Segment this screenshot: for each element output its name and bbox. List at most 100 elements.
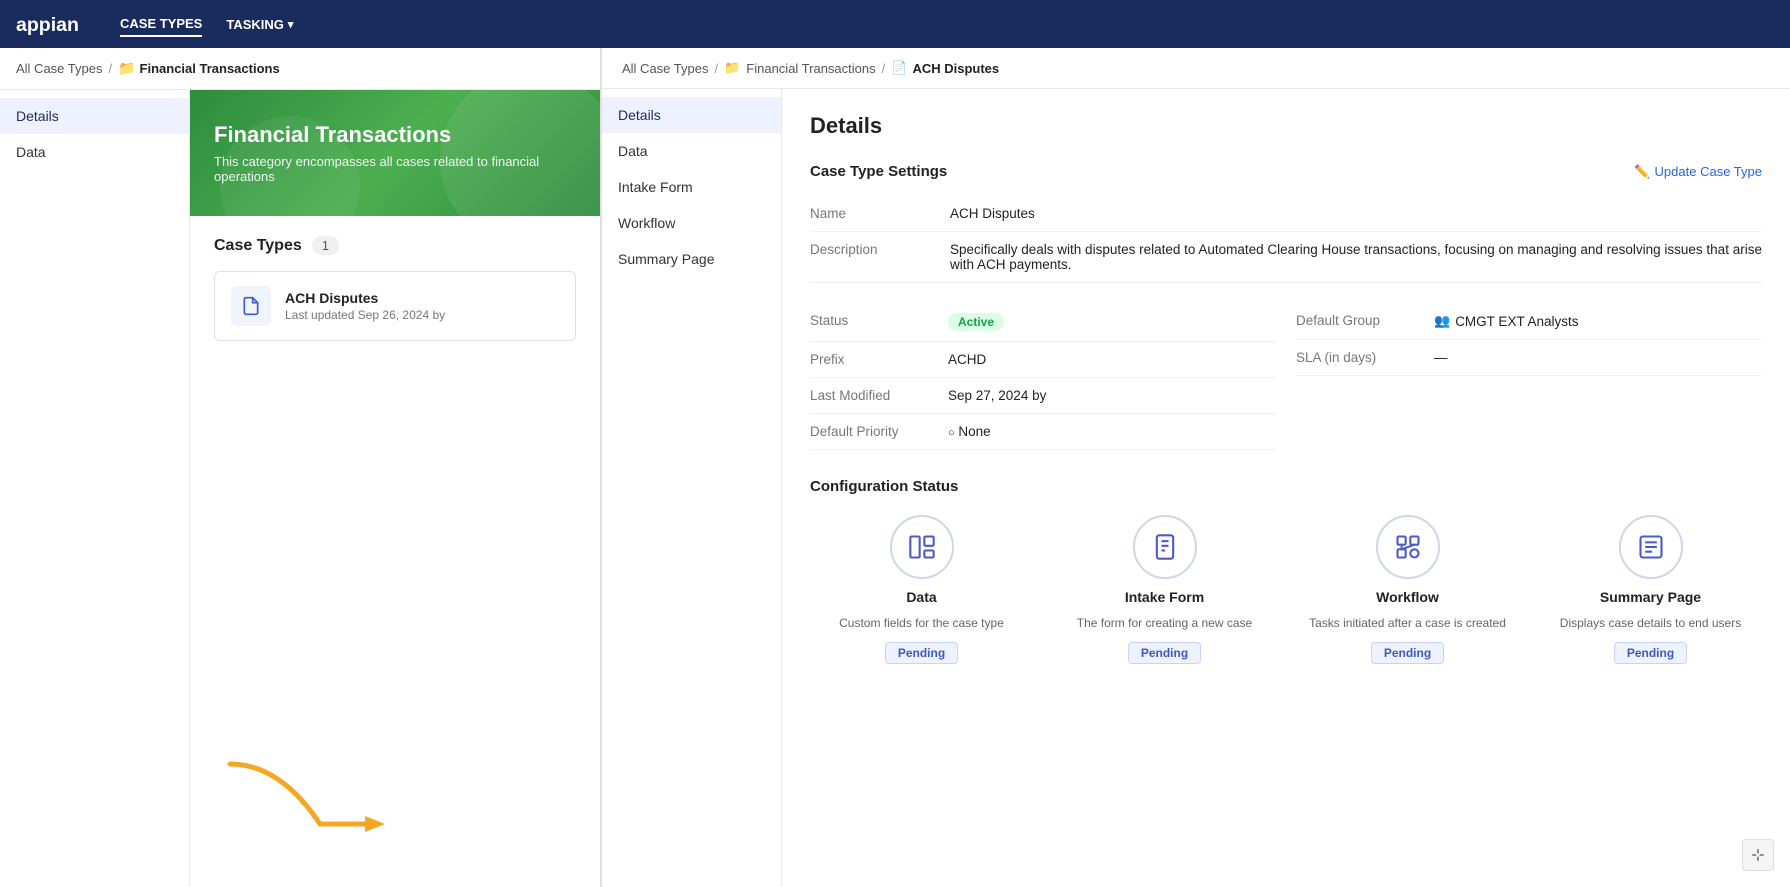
- settings-section-title: Case Type Settings: [810, 163, 947, 180]
- data-icon: [890, 515, 954, 579]
- config-card-intake-desc: The form for creating a new case: [1077, 615, 1252, 632]
- category-description: This category encompasses all cases rela…: [214, 154, 576, 184]
- form-icon: [1133, 515, 1197, 579]
- group-icon: 👥: [1434, 313, 1450, 329]
- summary-icon: [1619, 515, 1683, 579]
- right-sidebar-item-intake-form[interactable]: Intake Form: [602, 169, 781, 205]
- right-inner: Details Data Intake Form Workflow Summar…: [602, 89, 1790, 887]
- right-sidebar-item-summary-page[interactable]: Summary Page: [602, 241, 781, 277]
- config-card-intake-title: Intake Form: [1125, 589, 1204, 605]
- right-all-case-types-link[interactable]: All Case Types: [622, 61, 708, 76]
- left-sidebar-item-data[interactable]: Data: [0, 134, 189, 170]
- all-case-types-link[interactable]: All Case Types: [16, 61, 102, 76]
- left-breadcrumb: All Case Types / 📁 Financial Transaction…: [0, 48, 600, 90]
- right-sidebar: Details Data Intake Form Workflow Summar…: [602, 89, 782, 887]
- right-sep-1: /: [714, 61, 718, 76]
- description-label: Description: [810, 232, 950, 283]
- update-case-type-link[interactable]: ✏️ Update Case Type: [1634, 164, 1762, 180]
- nav-tasking[interactable]: TASKING ▾: [226, 13, 293, 36]
- config-card-intake-status: Pending: [1128, 642, 1201, 664]
- left-sidebar: Details Data: [0, 90, 190, 887]
- config-card-data[interactable]: Data Custom fields for the case type Pen…: [810, 515, 1033, 664]
- sla-label: SLA (in days): [1296, 350, 1426, 365]
- status-label: Status: [810, 313, 940, 331]
- breadcrumb-separator-1: /: [108, 61, 112, 76]
- left-sidebar-item-details[interactable]: Details: [0, 98, 189, 134]
- config-cards: Data Custom fields for the case type Pen…: [810, 515, 1762, 664]
- config-card-workflow-title: Workflow: [1376, 589, 1439, 605]
- config-card-data-status: Pending: [885, 642, 958, 664]
- prefix-value: ACHD: [948, 352, 986, 367]
- case-type-card-ach[interactable]: ACH Disputes Last updated Sep 26, 2024 b…: [214, 271, 576, 341]
- right-panel: All Case Types / 📁 Financial Transaction…: [600, 48, 1790, 887]
- folder-icon: 📁: [118, 60, 135, 77]
- right-sep-2: /: [882, 61, 886, 76]
- cursor-icon: ⊹: [1742, 839, 1774, 871]
- right-sidebar-item-details[interactable]: Details: [602, 97, 781, 133]
- default-priority-row: Default Priority ○ None: [810, 414, 1276, 450]
- priority-circle-icon: ○: [948, 427, 955, 439]
- right-sidebar-item-workflow[interactable]: Workflow: [602, 205, 781, 241]
- config-section: Configuration Status Data: [810, 478, 1762, 664]
- settings-table: Name ACH Disputes Description Specifical…: [810, 196, 1762, 283]
- case-types-count: 1: [312, 236, 339, 255]
- left-panel: All Case Types / 📁 Financial Transaction…: [0, 48, 600, 887]
- description-value: Specifically deals with disputes related…: [950, 232, 1762, 283]
- edit-icon: ✏️: [1634, 164, 1650, 180]
- arrow-indicator: [200, 744, 400, 867]
- config-card-summary-status: Pending: [1614, 642, 1687, 664]
- category-banner: Financial Transactions This category enc…: [190, 90, 600, 216]
- right-breadcrumb-current: 📄 ACH Disputes: [891, 60, 999, 76]
- case-type-meta: Last updated Sep 26, 2024 by: [285, 308, 445, 322]
- right-folder-icon: 📁: [724, 60, 740, 76]
- details-heading: Details: [810, 113, 1762, 139]
- default-group-row: Default Group 👥 CMGT EXT Analysts: [1296, 303, 1762, 340]
- config-card-summary-desc: Displays case details to end users: [1560, 615, 1741, 632]
- config-card-data-desc: Custom fields for the case type: [839, 615, 1004, 632]
- default-priority-value: ○ None: [948, 424, 991, 439]
- config-section-title: Configuration Status: [810, 478, 1762, 495]
- prefix-label: Prefix: [810, 352, 940, 367]
- doc-icon: 📄: [891, 60, 907, 76]
- config-card-data-title: Data: [906, 589, 936, 605]
- svg-text:appian: appian: [16, 14, 79, 36]
- right-sidebar-item-data[interactable]: Data: [602, 133, 781, 169]
- right-financial-transactions-link[interactable]: Financial Transactions: [746, 61, 875, 76]
- right-breadcrumb: All Case Types / 📁 Financial Transaction…: [602, 48, 1790, 89]
- settings-two-col: Status Active Prefix ACHD Last Modified …: [810, 303, 1762, 450]
- main-container: All Case Types / 📁 Financial Transaction…: [0, 48, 1790, 887]
- settings-row-name: Name ACH Disputes: [810, 196, 1762, 232]
- config-card-workflow-desc: Tasks initiated after a case is created: [1309, 615, 1506, 632]
- settings-row-description: Description Specifically deals with disp…: [810, 232, 1762, 283]
- case-type-icon: [231, 286, 271, 326]
- config-card-summary-title: Summary Page: [1600, 589, 1701, 605]
- name-value: ACH Disputes: [950, 196, 1762, 232]
- last-modified-value: Sep 27, 2024 by: [948, 388, 1046, 403]
- category-title: Financial Transactions: [214, 122, 576, 148]
- config-card-intake-form[interactable]: Intake Form The form for creating a new …: [1053, 515, 1276, 664]
- right-content: Details Case Type Settings ✏️ Update Cas…: [782, 89, 1790, 887]
- sla-row: SLA (in days) —: [1296, 340, 1762, 376]
- config-card-summary[interactable]: Summary Page Displays case details to en…: [1539, 515, 1762, 664]
- left-col: Status Active Prefix ACHD Last Modified …: [810, 303, 1276, 450]
- right-col: Default Group 👥 CMGT EXT Analysts SLA (i…: [1296, 303, 1762, 450]
- case-type-info: ACH Disputes Last updated Sep 26, 2024 b…: [285, 290, 445, 322]
- status-value: Active: [948, 313, 1004, 331]
- chevron-down-icon: ▾: [288, 18, 294, 31]
- status-active-badge: Active: [948, 313, 1004, 331]
- top-navigation: appian CASE TYPES TASKING ▾: [0, 0, 1790, 48]
- default-priority-label: Default Priority: [810, 424, 940, 439]
- default-group-value: 👥 CMGT EXT Analysts: [1434, 313, 1578, 329]
- case-types-header: Case Types 1: [214, 236, 576, 255]
- prefix-row: Prefix ACHD: [810, 342, 1276, 378]
- last-modified-label: Last Modified: [810, 388, 940, 403]
- settings-section-header: Case Type Settings ✏️ Update Case Type: [810, 163, 1762, 180]
- config-card-workflow[interactable]: Workflow Tasks initiated after a case is…: [1296, 515, 1519, 664]
- left-breadcrumb-current: 📁 Financial Transactions: [118, 60, 280, 77]
- default-group-label: Default Group: [1296, 313, 1426, 329]
- appian-logo[interactable]: appian: [16, 10, 96, 38]
- nav-case-types[interactable]: CASE TYPES: [120, 12, 202, 37]
- workflow-icon: [1376, 515, 1440, 579]
- name-label: Name: [810, 196, 950, 232]
- case-types-section: Case Types 1 ACH Disputes Last upd: [190, 216, 600, 361]
